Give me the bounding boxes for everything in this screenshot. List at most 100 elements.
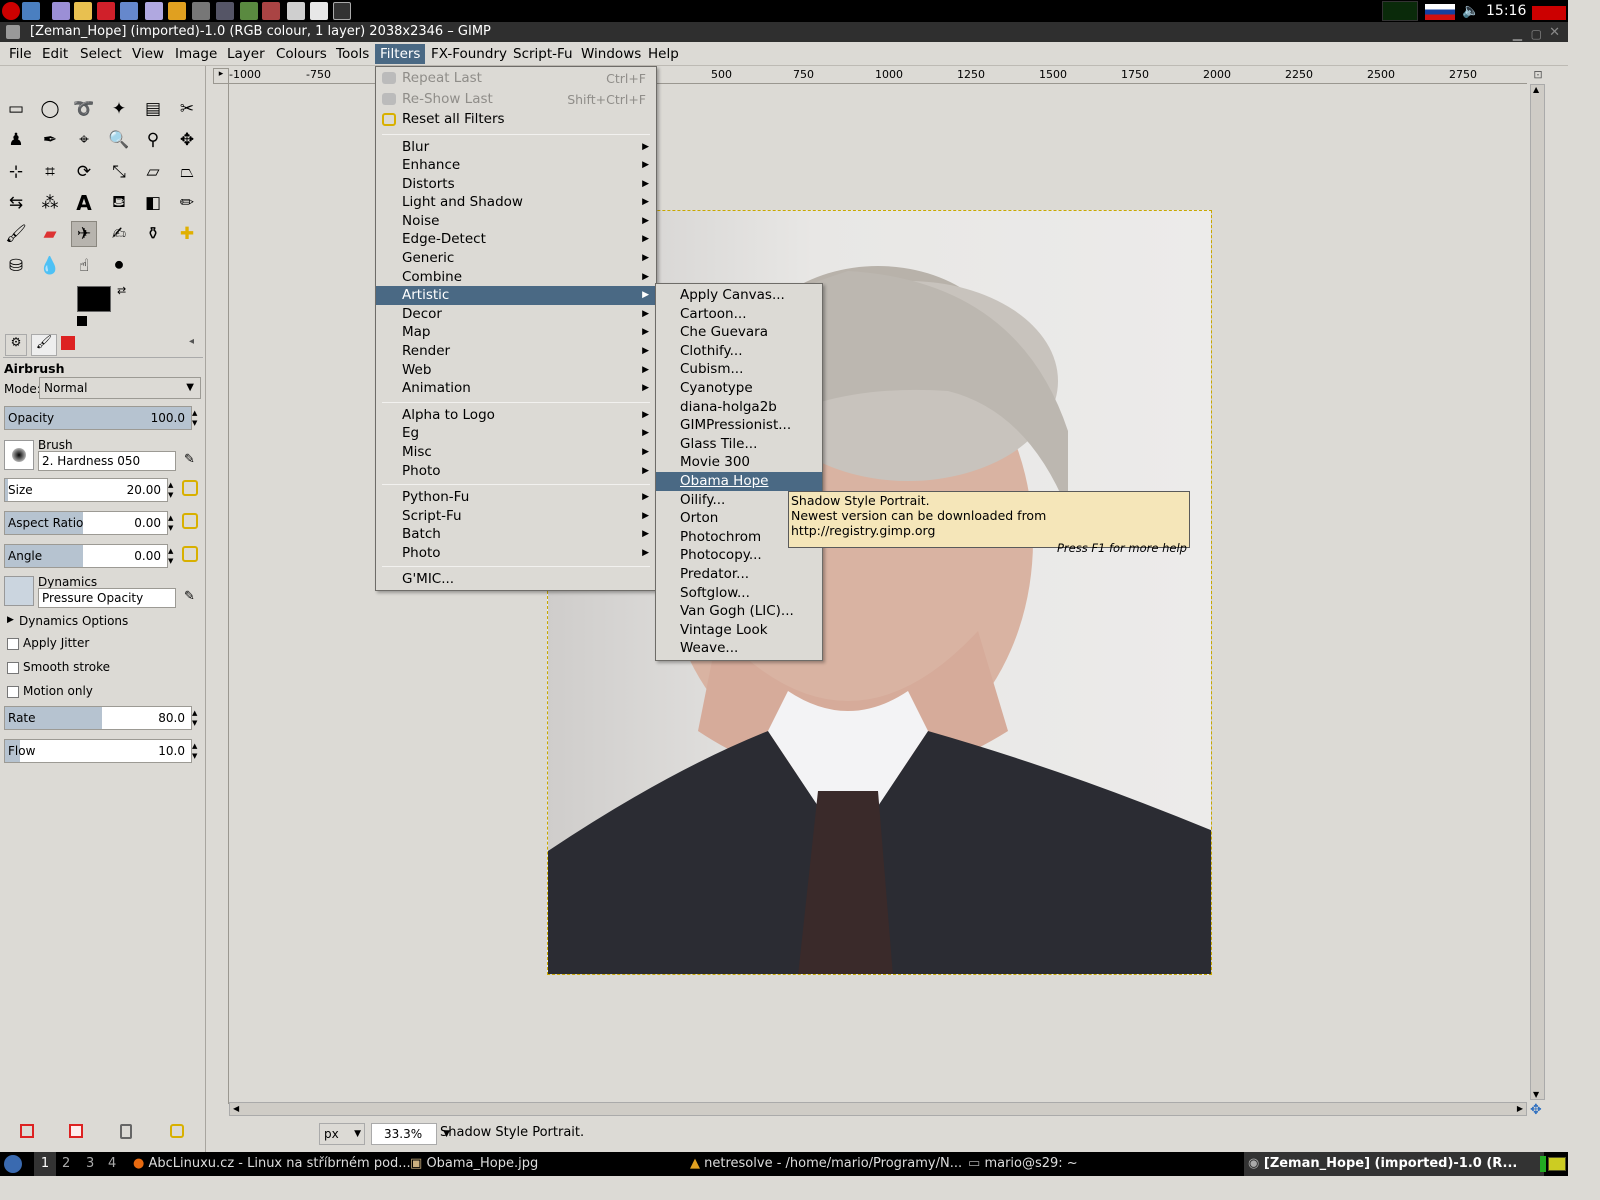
horizontal-scrollbar[interactable]: ◀ ▶ [229,1102,1527,1116]
move-icon[interactable]: ✥ [174,127,200,153]
crop-icon[interactable]: ⌗ [37,159,63,185]
menu-tools[interactable]: Tools [331,44,374,64]
paths-icon[interactable]: ✒ [37,127,63,153]
launcher-icon-4[interactable] [145,2,163,20]
debian-menu-icon[interactable] [2,2,20,20]
menu-item-che-guevara[interactable]: Che Guevara [656,323,822,342]
unit-select[interactable]: px ▼ [319,1123,365,1145]
menu-filters[interactable]: Filters [375,44,426,64]
color-picker-icon[interactable]: ⌖ [71,127,97,153]
menu-item-vintage-look[interactable]: Vintage Look [656,621,822,640]
menu-item-glass-tile[interactable]: Glass Tile... [656,435,822,454]
menu-item-batch[interactable]: Batch ▶ [376,525,656,544]
ink-icon[interactable]: ✍ [106,221,132,247]
menu-file[interactable]: File [4,44,37,64]
cage-transform-icon[interactable]: ⁂ [37,190,63,216]
task-obama-hope-image[interactable]: ▣ Obama_Hope.jpg [410,1152,538,1176]
reset-aspect-icon[interactable] [182,513,198,529]
blend-icon[interactable]: ◧ [140,190,166,216]
reset-angle-icon[interactable] [182,546,198,562]
menu-item-reshow-last[interactable]: Re-Show Last Shift+Ctrl+F [376,90,656,109]
filezilla-icon[interactable] [97,2,115,20]
panel-menu-icon[interactable]: ◂ [189,336,194,347]
dynamics-preview-icon[interactable] [4,576,34,606]
scroll-down-arrow-icon[interactable]: ▼ [1533,1090,1539,1099]
workspace-1[interactable]: 1 [34,1152,56,1176]
size-slider[interactable]: Size 20.00 [4,478,168,502]
rate-slider[interactable]: Rate 80.0 [4,706,192,730]
swap-colors-icon[interactable]: ⇄ [117,284,126,297]
mode-select[interactable]: Normal ▼ [39,377,201,399]
scroll-up-arrow-icon[interactable]: ▲ [1533,85,1539,94]
menu-item-misc[interactable]: Misc ▶ [376,443,656,462]
menu-item-clothify[interactable]: Clothify... [656,342,822,361]
navigate-icon[interactable]: ⊡ [1530,68,1546,84]
restore-options-icon[interactable] [69,1124,83,1138]
menu-fx-foundry[interactable]: FX-Foundry [426,44,512,64]
heal-icon[interactable]: ✚ [174,221,200,247]
start-menu-icon[interactable] [4,1155,22,1173]
size-spinner[interactable]: ▲ ▼ [168,480,173,500]
minimize-icon[interactable]: ▁ [1513,24,1522,44]
paintbrush-icon[interactable]: 🖌 [3,221,29,247]
dynamics-options-expander[interactable]: Dynamics Options [19,614,128,628]
menu-item-cartoon[interactable]: Cartoon... [656,305,822,324]
menu-item-blur[interactable]: Blur ▶ [376,138,656,157]
color-select-icon[interactable]: ▤ [140,96,166,122]
dodge-burn-icon[interactable]: ⚫ [106,253,132,279]
tab-patterns[interactable] [61,336,75,350]
menu-item-animation[interactable]: Animation ▶ [376,379,656,398]
menu-item-noise[interactable]: Noise ▶ [376,212,656,231]
task-firefox[interactable]: ● AbcLinuxu.cz - Linux na stříbrném pod.… [133,1152,411,1176]
default-colors-icon[interactable] [77,316,87,326]
menu-item-web[interactable]: Web ▶ [376,361,656,380]
aspect-ratio-slider[interactable]: Aspect Ratio 0.00 [4,511,168,535]
angle-slider[interactable]: Angle 0.00 [4,544,168,568]
workspace-4[interactable]: 4 [108,1152,116,1176]
ellipse-select-icon[interactable]: ◯ [37,96,63,122]
menu-item-artistic[interactable]: Artistic ▶ [376,286,656,305]
scale-icon[interactable]: ⤡ [106,159,132,185]
foreground-select-icon[interactable]: ♟ [3,127,29,153]
menu-item-diana-holga2b[interactable]: diana-holga2b [656,398,822,417]
menu-item-van-gogh[interactable]: Van Gogh (LIC)... [656,602,822,621]
workspace-3[interactable]: 3 [86,1152,94,1176]
menu-item-gmic[interactable]: G'MIC... [376,570,656,589]
task-terminal[interactable]: ▭ mario@s29: ~ [968,1152,1078,1176]
launcher-icon-6[interactable] [216,2,234,20]
navigation-icon[interactable]: ✥ [1530,1102,1546,1118]
calculator-icon[interactable] [287,2,305,20]
menu-item-render[interactable]: Render ▶ [376,342,656,361]
rate-spinner[interactable]: ▲ ▼ [192,708,197,728]
brush-field[interactable]: 2. Hardness 050 [38,451,176,471]
menu-help[interactable]: Help [643,44,684,64]
menu-select[interactable]: Select [75,44,127,64]
edit-dynamics-icon[interactable]: ✎ [184,589,195,604]
mail-icon[interactable] [1548,1157,1566,1171]
perspective-clone-icon[interactable]: ⛁ [3,253,29,279]
smudge-icon[interactable]: ☝ [71,253,97,279]
menu-item-softglow[interactable]: Softglow... [656,584,822,603]
menu-windows[interactable]: Windows [576,44,646,64]
brush-preview[interactable] [4,440,34,470]
menu-item-movie-300[interactable]: Movie 300 [656,453,822,472]
foreground-color-swatch[interactable] [77,286,111,312]
menu-image[interactable]: Image [170,44,222,64]
measure-icon[interactable]: ⚲ [140,127,166,153]
menu-item-repeat-last[interactable]: Repeat Last Ctrl+F [376,69,656,88]
menu-item-map[interactable]: Map ▶ [376,323,656,342]
blur-sharpen-icon[interactable]: 💧 [37,253,63,279]
scissors-select-icon[interactable]: ✂ [174,96,200,122]
launcher-icon-1[interactable] [52,2,70,20]
volume-icon[interactable]: 🔈 [1462,3,1479,19]
fuzzy-select-icon[interactable]: ✦ [106,96,132,122]
aspect-spinner[interactable]: ▲ ▼ [168,513,173,533]
quickmask-corner-icon[interactable]: ▸ [213,68,229,84]
perspective-icon[interactable]: ⏢ [174,159,200,185]
menu-script-fu[interactable]: Script-Fu [508,44,578,64]
smooth-stroke-checkbox[interactable] [7,662,19,674]
bucket-fill-icon[interactable]: ⛾ [106,190,132,216]
reset-options-icon[interactable] [170,1124,184,1138]
clone-icon[interactable]: ⚱ [140,221,166,247]
tab-tool-options[interactable]: ⚙ [5,334,27,356]
